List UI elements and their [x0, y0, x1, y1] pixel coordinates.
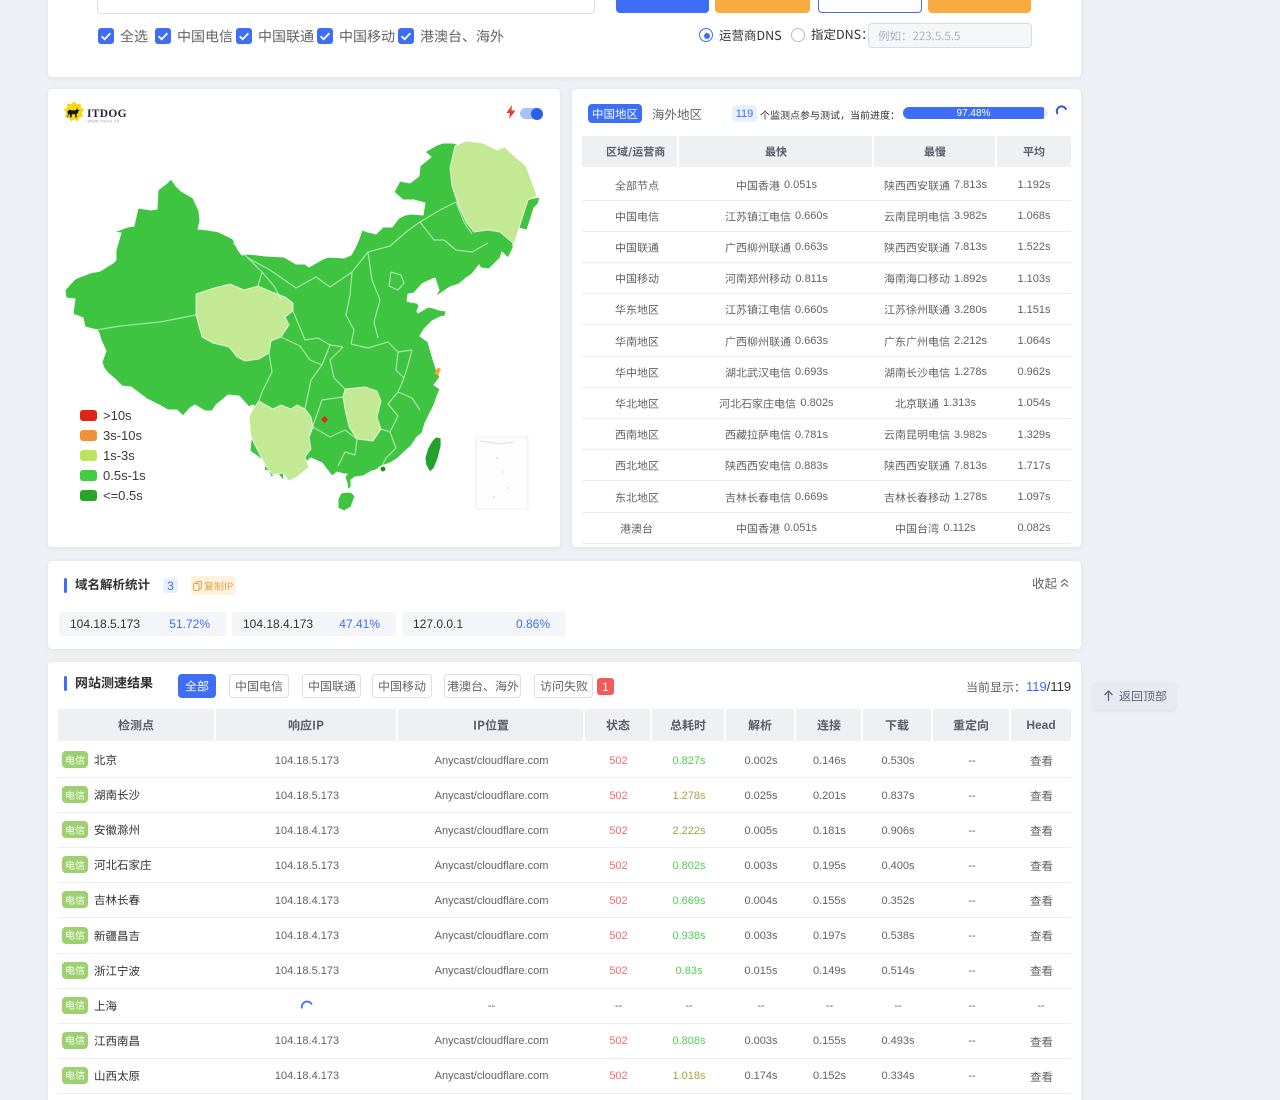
svg-text:WWW.ITDOG.CN: WWW.ITDOG.CN: [88, 120, 120, 124]
svg-text:ITDOG: ITDOG: [87, 108, 127, 120]
